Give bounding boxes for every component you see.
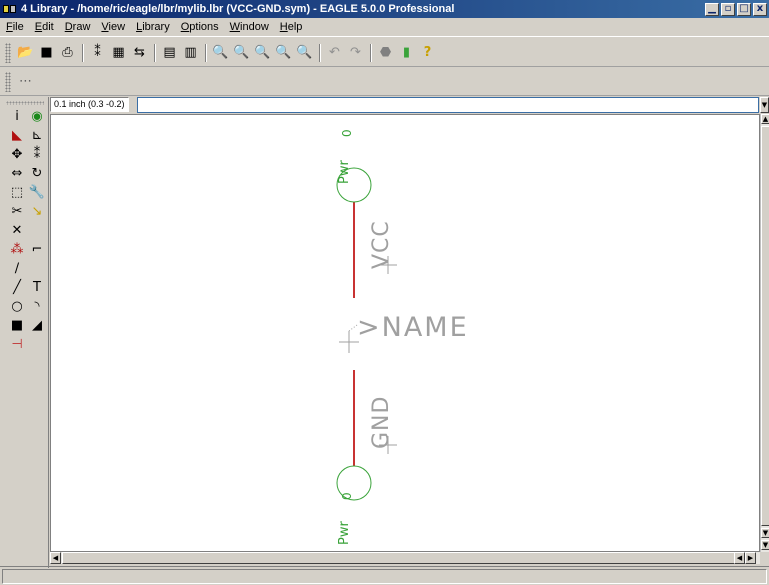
horizontal-scrollbar[interactable]: ◀ — [50, 552, 760, 564]
toolbar-separator — [82, 43, 84, 62]
undo-device-icon[interactable]: ⇆ — [131, 44, 148, 62]
coordinate-display: 0.1 inch (0.3 -0.2) — [50, 97, 129, 112]
pin-direction-top: Pwr — [337, 160, 352, 184]
pin-swap-top: 0 — [340, 129, 354, 137]
cut-icon[interactable]: ✂ — [9, 203, 25, 219]
zoom-redraw-icon[interactable]: 🔍 — [275, 44, 292, 62]
rotate-icon[interactable]: ↻ — [29, 165, 45, 181]
paste-icon[interactable]: ↘ — [29, 203, 45, 219]
ulp-icon[interactable]: ▥ — [182, 44, 199, 62]
split-icon[interactable]: ∕ — [9, 260, 25, 276]
script-icon[interactable]: ▤ — [161, 44, 178, 62]
go-icon[interactable]: ▮ — [398, 44, 415, 62]
menu-edit[interactable]: Edit — [35, 21, 54, 33]
parameter-toolbar: ⋯ — [0, 68, 769, 96]
display-icon[interactable]: ◣ — [9, 127, 25, 143]
name-placeholder-label[interactable]: >NAME — [357, 312, 469, 343]
text-icon[interactable]: T — [29, 279, 45, 295]
toolbar-separator — [319, 43, 321, 62]
origin-cross-name — [339, 324, 359, 353]
print-icon[interactable]: ⎙ — [59, 44, 76, 62]
copy-icon[interactable]: ⁑ — [29, 146, 45, 162]
eagle-app-icon[interactable] — [3, 3, 17, 15]
miter-icon[interactable]: ⌐ — [29, 241, 45, 257]
stop-icon[interactable]: ⬣ — [377, 44, 394, 62]
pin-swap-bottom: 0 — [340, 492, 354, 500]
save-icon[interactable]: ■ — [38, 44, 55, 62]
window-title: 4 Library - /home/ric/eagle/lbr/mylib.lb… — [21, 3, 455, 15]
wire-icon[interactable]: ╱ — [9, 279, 25, 295]
menu-view[interactable]: View — [101, 21, 125, 33]
main-toolbar: 📂 ■ ⎙ ⁑ ▦ ⇆ ▤ ▥ 🔍 🔍 🔍 🔍 🔍 ↶ ↷ ⬣ ▮? — [0, 39, 769, 67]
rect-icon[interactable]: ■ — [9, 317, 25, 333]
horizontal-scroll-thumb[interactable] — [62, 552, 742, 564]
name-icon[interactable]: ⁂ — [9, 241, 25, 257]
tool-palette: i ◉ ◣ ⊾ ✥ ⁑ ⇔ ↻ ⬚ 🔧 ✂ ↘ ✕ ⁂ ⌐ ∕ ╱ T ○ ◝ ■ ◢ ⊣ — [0, 97, 49, 568]
scroll-down-button-2[interactable]: ▼ — [761, 540, 769, 550]
scroll-down-button[interactable]: ▼ — [761, 528, 769, 538]
arc-icon[interactable]: ◝ — [29, 298, 45, 314]
menu-file[interactable]: File — [6, 21, 24, 33]
toolbar-grip[interactable] — [5, 71, 11, 92]
circle-icon[interactable]: ○ — [9, 298, 25, 314]
redo-icon[interactable]: ↷ — [347, 44, 364, 62]
toolbar-separator — [154, 43, 156, 62]
close-button[interactable]: x — [753, 2, 767, 16]
scroll-up-button[interactable]: ▲ — [761, 114, 769, 124]
command-row: 0.1 inch (0.3 -0.2) ▼ — [0, 97, 769, 113]
mirror-icon[interactable]: ⇔ — [9, 165, 25, 181]
cam-icon[interactable]: ⁑ — [89, 44, 106, 62]
pin-name-vcc[interactable]: VCC — [369, 220, 394, 269]
polygon-icon[interactable]: ◢ — [29, 317, 45, 333]
pin-icon[interactable]: ⊣ — [9, 336, 25, 352]
open-icon[interactable]: 📂 — [17, 44, 34, 62]
group-icon[interactable]: ⬚ — [9, 184, 25, 200]
help-icon[interactable]: ? — [419, 44, 436, 62]
maximize-button[interactable]: □ — [737, 2, 751, 16]
scroll-corner-buttons: ◀ ▶ — [734, 552, 760, 564]
menu-options[interactable]: Options — [181, 21, 219, 33]
command-input[interactable] — [137, 97, 759, 113]
toolbar-separator — [370, 43, 372, 62]
pin-name-gnd[interactable]: GND — [369, 396, 394, 449]
command-history-dropdown[interactable]: ▼ — [760, 97, 769, 113]
drawing-canvas[interactable]: VCC GND >NAME Pwr 0 Pwr 0 — [50, 114, 760, 552]
menu-library[interactable]: Library — [136, 21, 170, 33]
mark-icon[interactable]: ⊾ — [29, 127, 45, 143]
title-bar: 4 Library - /home/ric/eagle/lbr/mylib.lb… — [0, 0, 769, 18]
status-text — [2, 569, 767, 584]
move-icon[interactable]: ✥ — [9, 146, 25, 162]
toolbar-separator — [205, 43, 207, 62]
grid-icon[interactable]: ⋯ — [17, 73, 34, 91]
pin-direction-bottom: Pwr — [337, 521, 352, 545]
menu-help[interactable]: Help — [280, 21, 303, 33]
menu-draw[interactable]: Draw — [65, 21, 91, 33]
restore-button[interactable]: ▫ — [721, 2, 735, 16]
zoom-in-icon[interactable]: 🔍 — [233, 44, 250, 62]
zoom-select-icon[interactable]: 🔍 — [296, 44, 313, 62]
zoom-fit-icon[interactable]: 🔍 — [212, 44, 229, 62]
vertical-scroll-thumb[interactable] — [761, 126, 769, 526]
library-icon[interactable]: ▦ — [110, 44, 127, 62]
change-icon[interactable]: 🔧 — [29, 184, 45, 200]
menu-bar: File Edit Draw View Library Options Wind… — [0, 18, 769, 37]
delete-icon[interactable]: ✕ — [9, 222, 25, 238]
zoom-out-icon[interactable]: 🔍 — [254, 44, 271, 62]
toolbar-grip[interactable] — [5, 42, 11, 63]
scroll-left-button-2[interactable]: ◀ — [734, 552, 745, 564]
scroll-left-button[interactable]: ◀ — [50, 552, 61, 564]
scroll-right-button[interactable]: ▶ — [745, 552, 756, 564]
undo-icon[interactable]: ↶ — [326, 44, 343, 62]
minimize-button[interactable]: ▁ — [705, 2, 719, 16]
status-bar — [0, 566, 769, 585]
menu-window[interactable]: Window — [230, 21, 269, 33]
vertical-scrollbar[interactable]: ▲ ▼ ▼ — [760, 114, 769, 552]
